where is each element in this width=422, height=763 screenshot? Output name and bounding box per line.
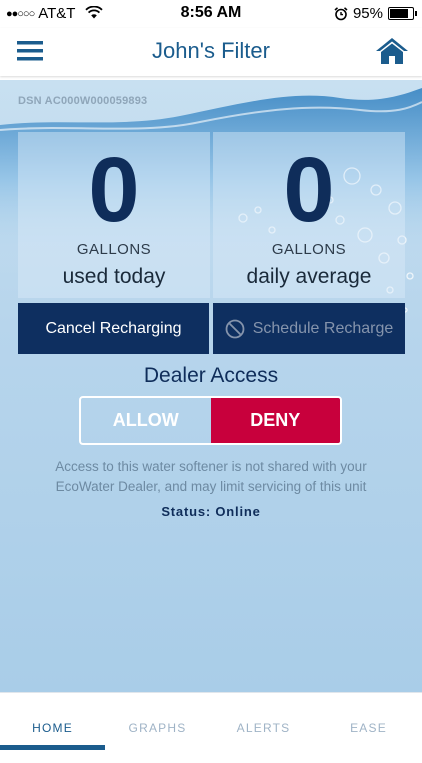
battery-percent: 95%	[352, 5, 383, 22]
schedule-recharge-label: Schedule Recharge	[252, 319, 394, 337]
dealer-access-toggle: ALLOW DENY	[79, 396, 342, 445]
tab-home[interactable]: HOME	[0, 693, 105, 751]
cancel-recharging-button[interactable]: Cancel Recharging	[18, 303, 209, 354]
prohibited-icon	[225, 319, 245, 338]
device-serial-number: DSN AC000W000059893	[18, 95, 148, 107]
stat-card-used-today: 0 GALLONS used today	[18, 132, 210, 298]
daily-average-label: daily average	[246, 265, 372, 288]
tab-alerts[interactable]: ALERTS	[211, 693, 316, 751]
used-today-label: used today	[62, 265, 166, 288]
daily-average-value: 0	[283, 139, 335, 241]
home-icon[interactable]	[374, 34, 410, 68]
connection-status: Status: Online	[161, 504, 261, 519]
tab-bar: HOME GRAPHS ALERTS EASE	[0, 692, 422, 751]
cancel-recharging-label: Cancel Recharging	[45, 319, 182, 337]
alarm-clock-icon	[334, 6, 348, 20]
schedule-recharge-button[interactable]: Schedule Recharge	[213, 303, 405, 354]
status-right: 95%	[334, 5, 417, 22]
status-bar: ●●○○○ AT&T 8:56 AM 95%	[0, 0, 422, 28]
dealer-access-title: Dealer Access	[143, 364, 279, 387]
page-title: John's Filter	[152, 38, 270, 63]
used-today-value: 0	[88, 139, 140, 241]
deny-button[interactable]: DENY	[210, 398, 340, 443]
dealer-access-notice: Access to this water softener is not sha…	[55, 459, 367, 494]
daily-average-unit: GALLONS	[271, 241, 347, 258]
tab-ease[interactable]: EASE	[316, 693, 421, 751]
tab-graphs[interactable]: GRAPHS	[105, 693, 210, 751]
stat-card-daily-average: 0 GALLONS daily average	[213, 132, 405, 298]
nav-bar: John's Filter	[0, 28, 422, 76]
used-today-unit: GALLONS	[76, 241, 152, 258]
main-content: DSN AC000W000059893 0 GALLONS used today…	[0, 80, 422, 692]
battery-icon	[388, 7, 417, 20]
allow-button[interactable]: ALLOW	[81, 398, 211, 443]
